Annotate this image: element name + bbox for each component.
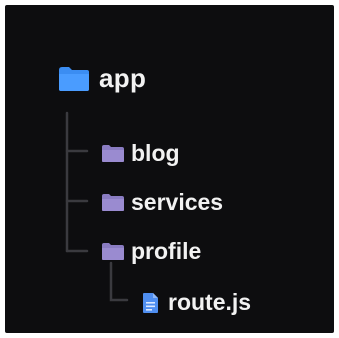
tree-node-services[interactable]: services	[101, 189, 223, 216]
tree-node-route-js[interactable]: route.js	[142, 289, 251, 316]
tree-node-blog[interactable]: blog	[101, 140, 180, 167]
tree-connector-lines	[65, 111, 129, 302]
file-icon	[142, 292, 159, 314]
tree-node-label: profile	[131, 238, 202, 264]
tree-node-label: app	[99, 63, 147, 93]
folder-icon	[101, 242, 125, 261]
folder-icon	[101, 144, 125, 163]
tree-node-app[interactable]: app	[57, 63, 146, 94]
tree-node-label: blog	[131, 140, 180, 166]
connector-file	[109, 261, 129, 302]
folder-icon	[101, 193, 125, 212]
folder-icon	[57, 66, 91, 92]
tree-node-profile[interactable]: profile	[101, 238, 201, 265]
tree-node-label: route.js	[168, 289, 252, 315]
tree-node-label: services	[131, 189, 224, 215]
file-tree-panel: app blog services profile route.js	[5, 5, 334, 333]
